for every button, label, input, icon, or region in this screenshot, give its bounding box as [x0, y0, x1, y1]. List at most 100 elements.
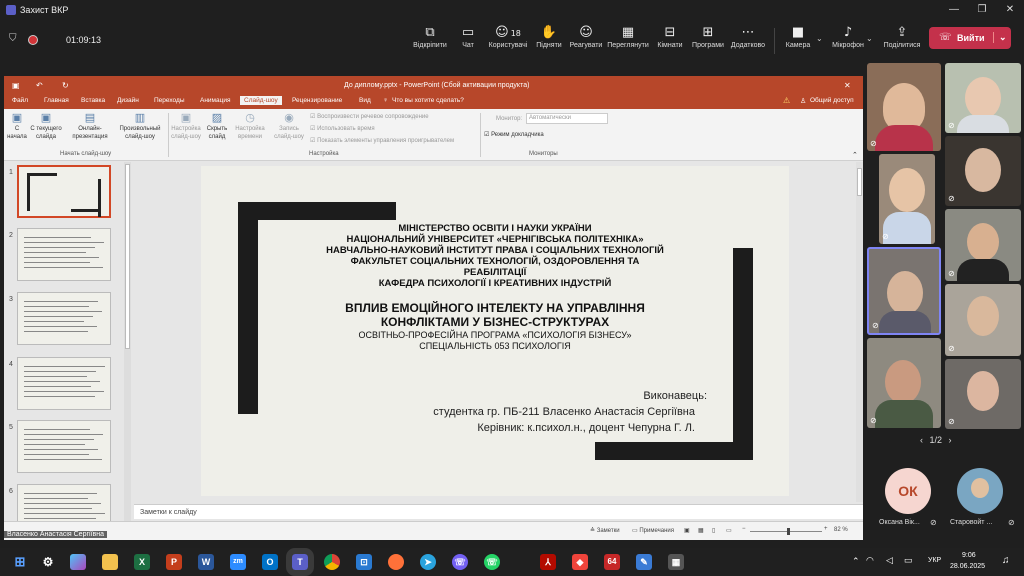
word-icon[interactable]: W — [198, 554, 214, 570]
mic-button[interactable]: ♪ Мікрофон — [826, 24, 870, 49]
viber-icon[interactable]: ☏ — [452, 554, 468, 570]
thumb-scrollbar[interactable] — [124, 162, 131, 522]
windows-start-icon[interactable]: ⊞ — [12, 554, 28, 570]
chrome-icon[interactable] — [324, 554, 340, 570]
tab-view[interactable]: Вид — [359, 97, 371, 104]
share-button[interactable]: ⇪ Поділитися — [880, 24, 924, 49]
slide-scrollbar[interactable] — [856, 162, 863, 502]
paint-icon[interactable]: ✎ — [636, 554, 652, 570]
tab-file[interactable]: Файл — [12, 97, 28, 104]
next-page-icon[interactable]: › — [949, 435, 952, 445]
excel-icon[interactable]: X — [134, 554, 150, 570]
view-button[interactable]: ▦ Переглянути — [606, 24, 650, 49]
ppt-share-button[interactable]: Общий доступ — [810, 97, 854, 104]
tray-chevron-icon[interactable]: ⌃ — [852, 556, 860, 567]
chk-controls[interactable]: ☑ Показать элементы управления проигрыва… — [310, 137, 454, 144]
camera-options-chevron-icon[interactable]: ⌄ — [816, 34, 823, 43]
tell-me-input[interactable]: Что вы хотите сделать? — [392, 97, 464, 104]
save-icon[interactable]: ▣ — [12, 81, 20, 90]
collapse-ribbon-icon[interactable]: ⌃ — [852, 151, 858, 159]
participant-tile[interactable]: ⊘ — [945, 284, 1021, 356]
zoom-out-button[interactable]: − — [742, 526, 746, 532]
tab-insert[interactable]: Вставка — [81, 97, 105, 104]
tab-home[interactable]: Главная — [44, 97, 69, 104]
people-button[interactable]: ☺ 18 Користувачі — [486, 24, 530, 49]
react-button[interactable]: ☺ Реагувати — [564, 24, 608, 49]
setup-slideshow-button[interactable]: ▣ Настройка слайд-шоу — [170, 111, 202, 141]
participant-tile-active[interactable]: ⊘ — [867, 247, 941, 335]
chk-timings[interactable]: ☑ Использовать время — [310, 125, 375, 132]
clock-time[interactable]: 9:06 — [962, 552, 976, 559]
prev-page-icon[interactable]: ‹ — [920, 435, 923, 445]
firefox-icon[interactable] — [388, 554, 404, 570]
zoom-in-button[interactable]: + — [824, 526, 828, 532]
file-explorer-icon[interactable] — [102, 554, 118, 570]
copilot-icon[interactable] — [70, 554, 86, 570]
close-window-button[interactable]: ✕ — [996, 0, 1024, 20]
teams-icon[interactable]: T — [286, 548, 314, 576]
redo-icon[interactable]: ↻ — [62, 81, 69, 90]
ppt-close-icon[interactable]: ✕ — [844, 81, 851, 90]
app-badge-icon[interactable]: 64 — [604, 554, 620, 570]
leave-button[interactable]: ☏ Вийти ⌄ — [929, 27, 1011, 49]
store-icon[interactable]: ⊡ — [356, 554, 372, 570]
mic-options-chevron-icon[interactable]: ⌄ — [866, 34, 873, 43]
participant-tile[interactable]: ⊘ — [867, 63, 941, 151]
participant-avatar-photo[interactable] — [957, 468, 1003, 514]
zoom-level[interactable]: 82 % — [834, 527, 848, 533]
sorter-view-icon[interactable]: ▦ — [698, 527, 704, 534]
minimize-button[interactable]: — — [940, 0, 968, 20]
from-start-button[interactable]: ▣ С начала — [6, 111, 28, 141]
powerpoint-icon[interactable]: P — [166, 554, 182, 570]
anydesk-icon[interactable]: ◆ — [572, 554, 588, 570]
participant-avatar[interactable]: ОК — [885, 468, 931, 514]
record-slideshow-button[interactable]: ◉ Запись слайд-шоу — [270, 111, 308, 141]
participant-tile[interactable]: ⊘ — [945, 63, 1021, 133]
status-comments-button[interactable]: ▭ Примечания — [632, 527, 674, 534]
monitor-select[interactable]: Автоматически — [526, 113, 608, 124]
pdf-icon[interactable]: ⅄ — [540, 554, 556, 570]
participant-tile[interactable]: ⊘ — [945, 209, 1021, 281]
slide-thumbnail[interactable] — [17, 165, 111, 218]
reading-view-icon[interactable]: ▯ — [712, 527, 715, 534]
settings-icon[interactable]: ⚙ — [40, 554, 56, 570]
wifi-icon[interactable]: ◠ — [866, 555, 874, 566]
online-presentation-button[interactable]: ▤ Онлайн-презентация — [68, 111, 112, 141]
language-indicator[interactable]: УКР — [928, 557, 941, 564]
participant-tile[interactable]: ⊘ — [945, 359, 1021, 429]
chk-narration[interactable]: ☑ Воспроизвести речевое сопровождение — [310, 113, 429, 120]
camera-button[interactable]: ■ Камера — [776, 24, 820, 49]
hide-slide-button[interactable]: ▨ Скрыть слайд — [204, 111, 230, 141]
calculator-icon[interactable]: ▦ — [668, 554, 684, 570]
telegram-icon[interactable]: ➤ — [420, 554, 436, 570]
undo-icon[interactable]: ↶ — [36, 81, 43, 90]
participant-tile[interactable]: ⊘ — [879, 154, 935, 244]
custom-slideshow-button[interactable]: ▥ Произвольный слайд-шоу — [114, 111, 166, 141]
participant-tile[interactable]: ⊘ — [867, 338, 941, 428]
from-current-button[interactable]: ▣ С текущего слайда — [30, 111, 62, 141]
slide-thumbnail[interactable] — [17, 420, 111, 473]
rehearse-timings-button[interactable]: ◷ Настройка времени — [232, 111, 268, 141]
notification-bell-icon[interactable]: ♫ — [1002, 555, 1010, 566]
zoom-slider[interactable] — [750, 528, 822, 535]
notes-pane[interactable]: Заметки к слайду — [134, 504, 863, 519]
participant-tile[interactable]: ⊘ — [945, 136, 1021, 206]
whatsapp-icon[interactable]: ☏ — [484, 554, 500, 570]
status-notes-button[interactable]: ≙ Заметки — [590, 527, 620, 534]
clock-date[interactable]: 28.06.2025 — [950, 563, 985, 570]
slide-thumbnail[interactable] — [17, 357, 111, 410]
tab-transitions[interactable]: Переходы — [154, 97, 185, 104]
slide-thumbnail[interactable] — [17, 228, 111, 281]
zoom-icon[interactable]: zm — [230, 554, 246, 570]
chat-button[interactable]: ▭ Чат — [446, 24, 490, 49]
speaker-icon[interactable]: ◁ — [886, 555, 893, 566]
slideshow-view-icon[interactable]: ▭ — [726, 527, 732, 534]
tab-animation[interactable]: Анимация — [200, 97, 231, 104]
battery-icon[interactable]: ▭ — [904, 555, 913, 566]
tab-review[interactable]: Рецензирование — [292, 97, 342, 104]
chk-presenter-view[interactable]: ☑ Режим докладчика — [484, 131, 544, 138]
leave-options-chevron-icon[interactable]: ⌄ — [993, 32, 1007, 43]
outlook-icon[interactable]: O — [262, 554, 278, 570]
slide-thumbnail[interactable] — [17, 292, 111, 345]
normal-view-icon[interactable]: ▣ — [684, 527, 690, 534]
